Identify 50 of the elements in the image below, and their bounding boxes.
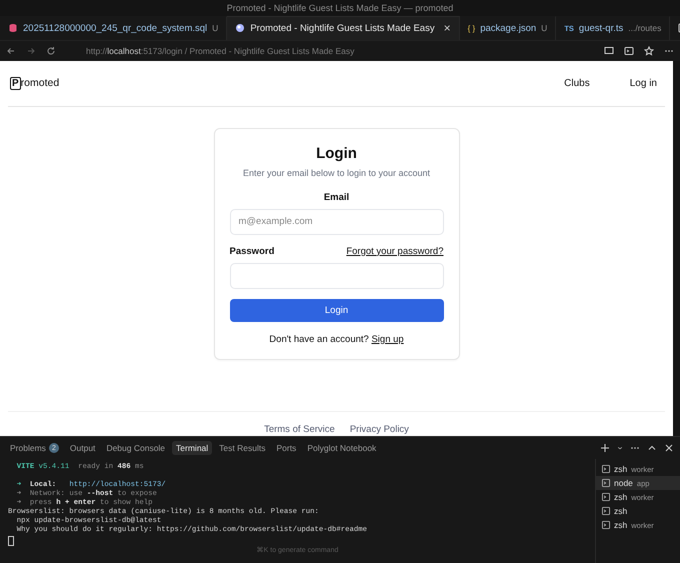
signup-link[interactable]: Sign up (371, 334, 404, 345)
terminal-cursor (8, 536, 14, 546)
braces-icon: { } (468, 24, 476, 33)
nav-link[interactable]: Log in (630, 78, 657, 89)
terminal-icon (602, 479, 610, 487)
footer-link[interactable]: Terms of Service (264, 424, 335, 436)
email-field[interactable]: m@example.com (230, 208, 444, 235)
star-icon (644, 46, 654, 56)
terminal-session[interactable]: zsh (596, 504, 680, 518)
login-subtitle: Enter your email below to login to your account (242, 168, 432, 178)
site-logo[interactable]: P romoted (10, 76, 530, 90)
panel-tab[interactable]: Polyglot Notebook (303, 441, 380, 456)
close-icon (664, 443, 674, 454)
modified-label: U (212, 23, 218, 34)
tab-path: .../routes (628, 23, 662, 34)
password-field[interactable] (230, 262, 444, 289)
plus-icon (600, 443, 610, 454)
panel-tab[interactable]: Terminal (172, 441, 212, 456)
window-title: Promoted - Nightlife Guest Lists Made Easy — promoted (226, 2, 454, 13)
screen-icon (604, 46, 614, 56)
footer-link[interactable]: Privacy Policy (350, 424, 409, 436)
forgot-password-link[interactable]: Forgot your password? (346, 246, 444, 257)
editor-tab[interactable]: Promoted - Nightlife Guest Lists Made Easy × (227, 16, 460, 40)
login-title: Login (315, 144, 358, 162)
terminal-icon (602, 521, 610, 529)
panel-tab[interactable]: Test Results (215, 441, 270, 456)
terminal-icon (602, 493, 610, 501)
tab-label: package.json (480, 22, 536, 34)
editor-tab[interactable]: { } package.json U (460, 16, 556, 40)
globe-icon (235, 23, 246, 34)
panel-tab[interactable]: Output (66, 441, 100, 456)
tab-label: 20251128000000_245_qr_code_system.sql (23, 22, 208, 34)
database-icon (8, 23, 18, 34)
panel-tab[interactable]: Debug Console (102, 441, 170, 456)
terminal-icon (602, 507, 610, 515)
back-icon (6, 46, 16, 56)
terminal-icon (602, 465, 610, 473)
forward-icon (26, 46, 36, 56)
modified-label: U (541, 23, 548, 34)
tab-label: guest-qr.ts (578, 22, 624, 34)
panel-tab[interactable]: Ports (272, 441, 300, 456)
terminal-icon (624, 46, 634, 56)
email-label: Email (322, 192, 350, 203)
tab-label: Promoted - Nightlife Guest Lists Made Easy (250, 22, 435, 34)
close-button[interactable]: × (444, 21, 451, 36)
login-button[interactable]: Login (230, 298, 444, 322)
reload-icon (46, 46, 56, 56)
password-label: Password (230, 246, 274, 257)
signup-prompt: Don't have an account? Sign up (268, 334, 405, 345)
nav-link[interactable]: Clubs (564, 78, 590, 89)
